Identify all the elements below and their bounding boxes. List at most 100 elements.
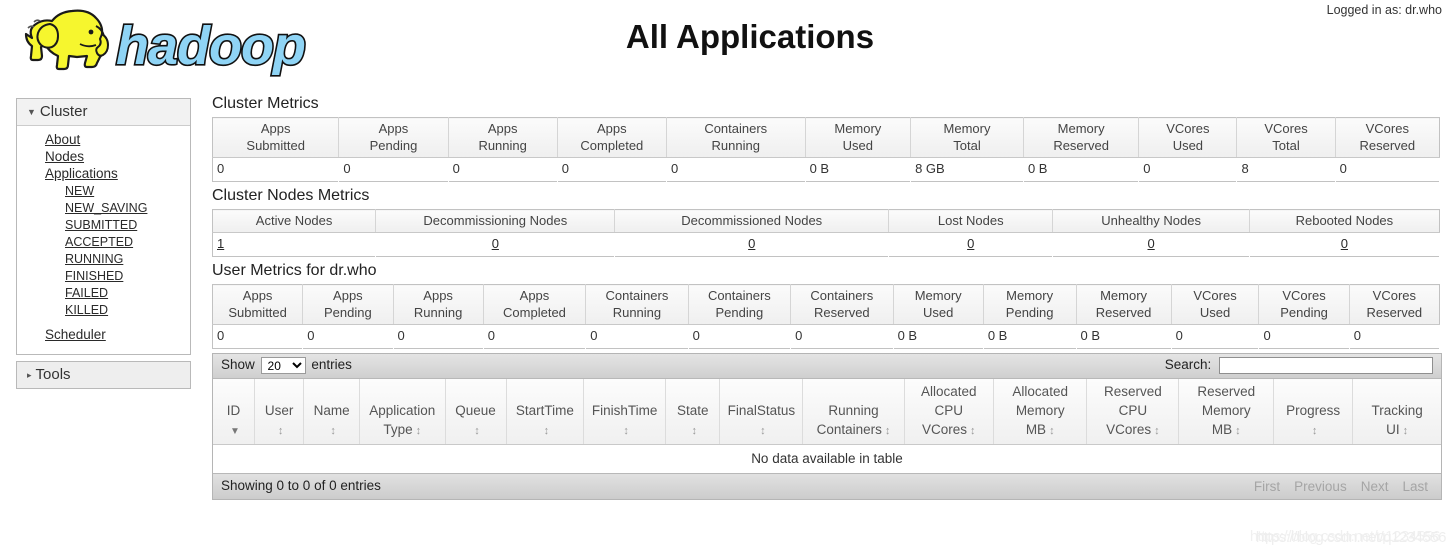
cluster-nodes-metrics-title: Cluster Nodes Metrics: [212, 187, 370, 204]
val-rebooted-nodes[interactable]: 0: [1249, 232, 1441, 257]
val-vcores-used: 0: [1138, 157, 1238, 182]
col-user-memory-pending: Memory Pending: [983, 284, 1077, 325]
sidebar-link-finished[interactable]: FINISHED: [65, 269, 123, 283]
col-allocated-cpu-vcores[interactable]: Allocated CPU VCores ↕: [904, 379, 995, 445]
sidebar-item-applications[interactable]: Applications: [17, 166, 190, 183]
col-finishtime[interactable]: FinishTime ↕: [583, 379, 666, 445]
sidebar-item-new[interactable]: NEW: [17, 183, 190, 200]
sidebar-link-new-saving[interactable]: NEW_SAVING: [65, 201, 147, 215]
sidebar-item-running[interactable]: RUNNING: [17, 251, 190, 268]
search-input[interactable]: [1219, 357, 1433, 374]
col-user-memory-used: Memory Used: [893, 284, 984, 325]
sidebar-link-submitted[interactable]: SUBMITTED: [65, 218, 137, 232]
col-user[interactable]: User ↕: [254, 379, 305, 445]
sidebar-item-nodes[interactable]: Nodes: [17, 149, 190, 166]
col-user-apps-submitted: Apps Submitted: [212, 284, 304, 325]
sort-both-icon: ↕: [1311, 425, 1318, 437]
sidebar-link-scheduler[interactable]: Scheduler: [45, 327, 106, 342]
col-vcores-reserved: VCores Reserved: [1335, 117, 1440, 158]
sidebar-link-running[interactable]: RUNNING: [65, 252, 123, 266]
col-state[interactable]: State ↕: [665, 379, 721, 445]
sidebar-link-nodes[interactable]: Nodes: [45, 149, 84, 164]
col-queue[interactable]: Queue ↕: [445, 379, 507, 445]
col-name[interactable]: Name ↕: [303, 379, 360, 445]
val-unhealthy-nodes[interactable]: 0: [1052, 232, 1250, 257]
pagination-previous[interactable]: Previous: [1287, 475, 1354, 499]
col-memory-total: Memory Total: [910, 117, 1024, 158]
col-user-apps-running: Apps Running: [393, 284, 484, 325]
datatable-footer: Showing 0 to 0 of 0 entries First Previo…: [213, 473, 1441, 499]
sidebar-section-tools-label: Tools: [35, 366, 71, 383]
val-active-nodes[interactable]: 1: [212, 232, 377, 257]
col-decommissioning-nodes: Decommissioning Nodes: [375, 209, 616, 233]
col-lost-nodes: Lost Nodes: [888, 209, 1054, 233]
sidebar-link-accepted[interactable]: ACCEPTED: [65, 235, 133, 249]
col-unhealthy-nodes: Unhealthy Nodes: [1052, 209, 1250, 233]
cluster-metrics-title: Cluster Metrics: [212, 95, 319, 112]
col-user-containers-running: Containers Running: [585, 284, 689, 325]
link-rebooted-nodes[interactable]: 0: [1341, 236, 1348, 251]
col-memory-used: Memory Used: [805, 117, 912, 158]
col-user-apps-pending: Apps Pending: [302, 284, 394, 325]
val-apps-submitted: 0: [212, 157, 340, 182]
col-containers-running: Containers Running: [666, 117, 806, 158]
col-allocated-memory-mb[interactable]: Allocated Memory MB ↕: [993, 379, 1088, 445]
col-reserved-cpu-vcores[interactable]: Reserved CPU VCores ↕: [1086, 379, 1180, 445]
sort-both-icon: ↕: [330, 425, 336, 437]
sidebar-section-cluster-header[interactable]: ▼ Cluster: [17, 99, 190, 126]
val-user-memory-reserved: 0 B: [1076, 324, 1172, 349]
cluster-metrics-table: Apps Submitted Apps Pending Apps Running Ap…: [212, 117, 1441, 182]
pagination-last[interactable]: Last: [1395, 475, 1435, 499]
col-running-containers[interactable]: Running Containers ↕: [802, 379, 905, 445]
sidebar-link-new[interactable]: NEW: [65, 184, 94, 198]
sidebar-cluster-list: About Nodes Applications NEW NEW_SAVING …: [17, 126, 190, 354]
link-active-nodes[interactable]: 1: [217, 236, 224, 251]
col-vcores-used: VCores Used: [1138, 117, 1238, 158]
sort-both-icon: ↕: [691, 425, 697, 437]
watermark-text-shadow: https://blog.csdn.net/q1234556: [1255, 529, 1447, 546]
link-decommissioned-nodes[interactable]: 0: [748, 236, 755, 251]
sidebar-item-failed[interactable]: FAILED: [17, 285, 190, 302]
sidebar-item-about[interactable]: About: [17, 132, 190, 149]
col-apps-running: Apps Running: [448, 117, 558, 158]
val-vcores-total: 8: [1236, 157, 1336, 182]
val-user-apps-running: 0: [393, 324, 484, 349]
sort-both-icon: ↕: [1235, 425, 1241, 437]
sidebar-item-scheduler[interactable]: Scheduler: [17, 327, 190, 344]
sidebar-section-tools: ▸ Tools: [16, 361, 191, 389]
sidebar-section-tools-header[interactable]: ▸ Tools: [17, 362, 190, 388]
link-lost-nodes[interactable]: 0: [967, 236, 974, 251]
pagination-next[interactable]: Next: [1354, 475, 1396, 499]
sort-both-icon: ↕: [474, 425, 480, 437]
sidebar-item-accepted[interactable]: ACCEPTED: [17, 234, 190, 251]
show-label: Show: [221, 357, 255, 373]
col-progress[interactable]: Progress ↕: [1273, 379, 1354, 445]
pagination-first[interactable]: First: [1247, 475, 1287, 499]
sidebar-item-submitted[interactable]: SUBMITTED: [17, 217, 190, 234]
val-decommissioned-nodes[interactable]: 0: [614, 232, 890, 257]
col-tracking-ui[interactable]: Tracking UI ↕: [1352, 379, 1441, 445]
sidebar-item-finished[interactable]: FINISHED: [17, 268, 190, 285]
col-reserved-memory-mb[interactable]: Reserved Memory MB ↕: [1178, 379, 1275, 445]
val-containers-running: 0: [666, 157, 806, 182]
col-starttime[interactable]: StartTime ↕: [506, 379, 585, 445]
sidebar-item-new-saving[interactable]: NEW_SAVING: [17, 200, 190, 217]
sidebar-link-applications[interactable]: Applications: [45, 166, 118, 181]
sidebar-link-killed[interactable]: KILLED: [65, 303, 108, 317]
col-id[interactable]: ID ▼: [213, 379, 255, 445]
entries-per-page-select[interactable]: 20 40 60 80 100: [260, 357, 306, 374]
link-unhealthy-nodes[interactable]: 0: [1147, 236, 1154, 251]
col-application-type[interactable]: Application Type ↕: [359, 379, 446, 445]
val-lost-nodes[interactable]: 0: [888, 232, 1054, 257]
link-decommissioning-nodes[interactable]: 0: [492, 236, 499, 251]
val-user-vcores-pending: 0: [1258, 324, 1350, 349]
val-memory-reserved: 0 B: [1023, 157, 1140, 182]
sidebar-item-killed[interactable]: KILLED: [17, 302, 190, 319]
val-decommissioning-nodes[interactable]: 0: [375, 232, 616, 257]
val-user-memory-used: 0 B: [893, 324, 984, 349]
col-finalstatus[interactable]: FinalStatus ↕: [719, 379, 804, 445]
sort-both-icon: ↕: [884, 425, 891, 437]
sidebar-link-failed[interactable]: FAILED: [65, 286, 108, 300]
sidebar-link-about[interactable]: About: [45, 132, 80, 147]
val-user-containers-reserved: 0: [790, 324, 894, 349]
